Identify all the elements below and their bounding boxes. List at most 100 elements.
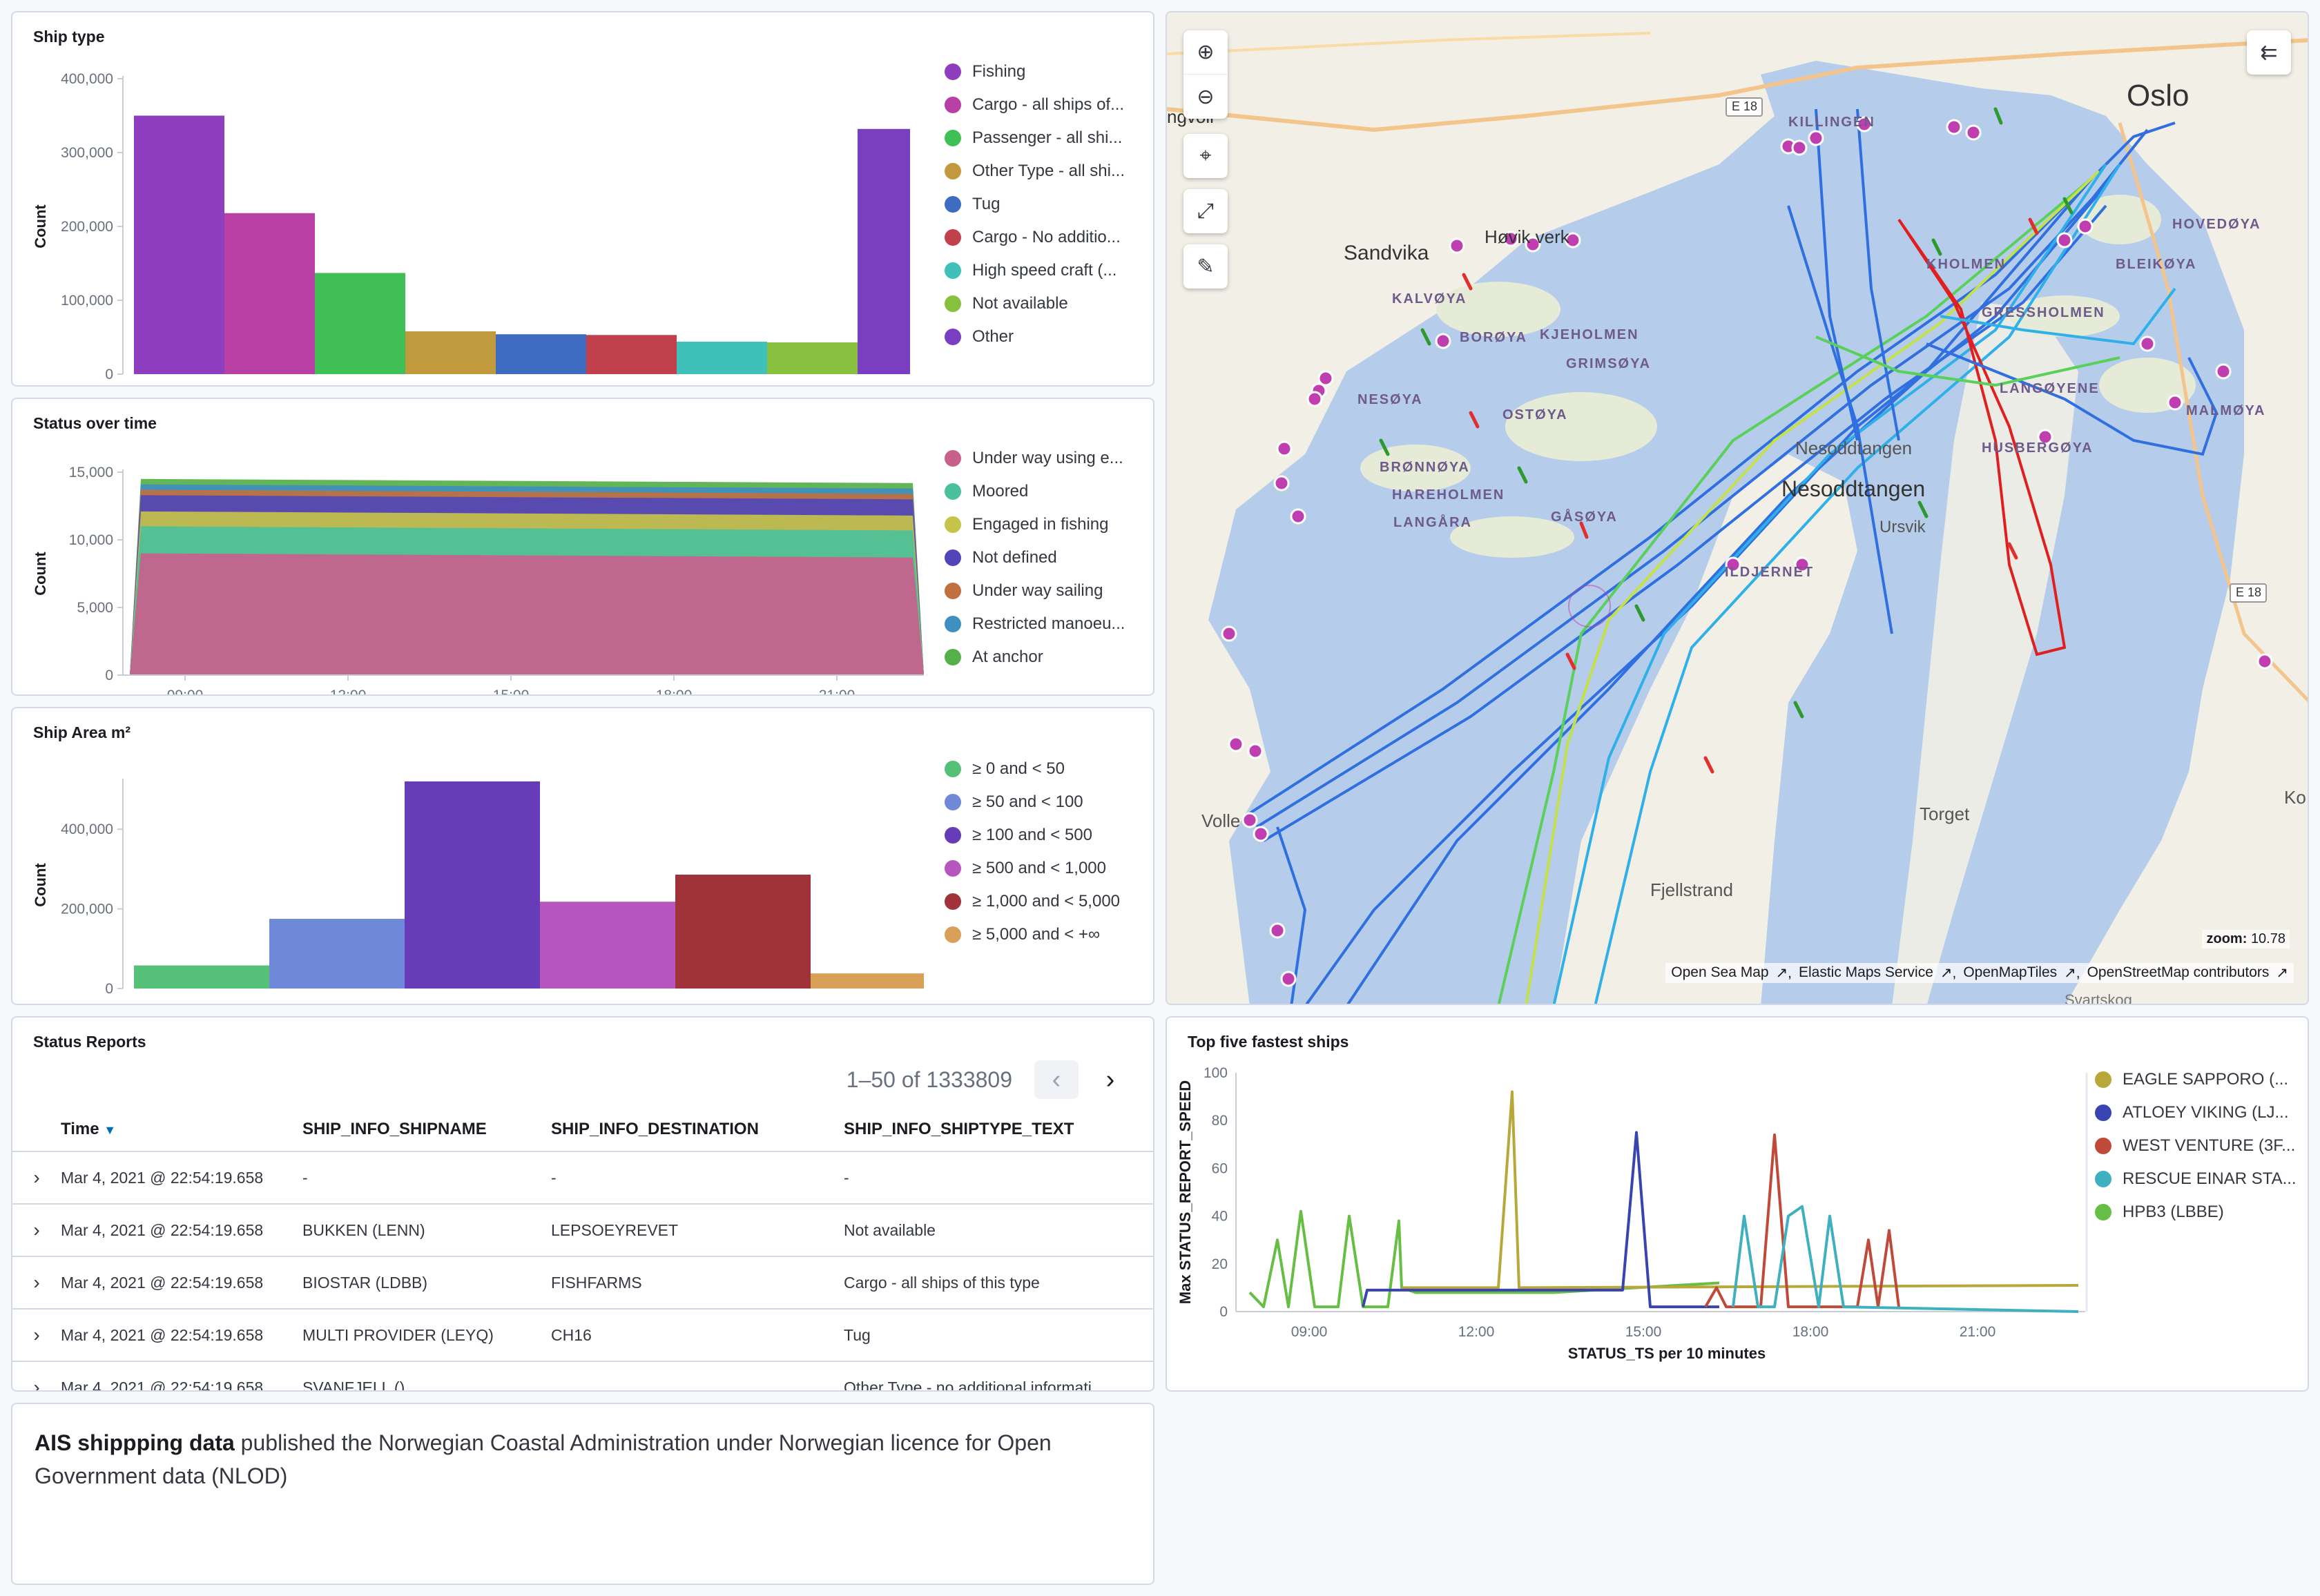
place-label-nesoddtangen: Nesoddtangen bbox=[1781, 476, 1926, 501]
zoom-out-button[interactable]: ⊖ bbox=[1183, 75, 1228, 119]
place-label-oslo: Oslo bbox=[2127, 79, 2190, 113]
legend-item[interactable]: Moored bbox=[945, 475, 1152, 508]
legend-item[interactable]: ≥ 5,000 and < +∞ bbox=[945, 918, 1152, 951]
set-view-button[interactable]: ⌖ bbox=[1183, 134, 1228, 178]
bar[interactable] bbox=[496, 334, 586, 374]
bar[interactable] bbox=[767, 342, 858, 374]
x-tick-label: 12:00 bbox=[1458, 1324, 1495, 1340]
legend-label: RESCUE EINAR STA... bbox=[2123, 1169, 2297, 1188]
legend-color-swatch bbox=[945, 329, 961, 345]
bar[interactable] bbox=[586, 335, 677, 374]
row-expand-button[interactable]: › bbox=[12, 1309, 54, 1362]
legend-item[interactable]: Cargo - all ships of... bbox=[945, 88, 1152, 121]
legend-item[interactable]: ≥ 0 and < 50 bbox=[945, 752, 1152, 786]
legend-item[interactable]: EAGLE SAPPORO (... bbox=[2095, 1063, 2302, 1096]
line-series[interactable] bbox=[1362, 1131, 1719, 1309]
chevron-left-icon: ‹ bbox=[1052, 1064, 1061, 1094]
y-tick-label: 0 bbox=[105, 981, 113, 997]
map-canvas[interactable] bbox=[1167, 12, 2309, 1005]
line-series[interactable] bbox=[1704, 1133, 1900, 1309]
legend-item[interactable]: HPB3 (LBBE) bbox=[2095, 1196, 2302, 1229]
bar[interactable] bbox=[677, 341, 767, 374]
bar[interactable] bbox=[269, 919, 405, 989]
table-row[interactable]: › Mar 4, 2021 @ 22:54:19.658 BIOSTAR (LDBB… bbox=[12, 1256, 1153, 1310]
legend-color-swatch bbox=[945, 450, 961, 467]
bar[interactable] bbox=[405, 331, 496, 374]
zoom-label: zoom: bbox=[2206, 931, 2248, 946]
row-expand-button[interactable]: › bbox=[12, 1361, 54, 1390]
column-header-time[interactable]: Time ▼ bbox=[54, 1107, 296, 1152]
island-label: KHOLMEN bbox=[1926, 257, 2007, 272]
bar[interactable] bbox=[134, 115, 224, 375]
chevron-right-icon: › bbox=[33, 1219, 40, 1240]
y-tick-label: 0 bbox=[105, 668, 113, 683]
attribution-link[interactable]: OpenStreetMap contributors bbox=[2087, 964, 2270, 982]
table-row[interactable]: › Mar 4, 2021 @ 22:54:19.658 BUKKEN (LENN)… bbox=[12, 1204, 1153, 1257]
legend-item[interactable]: Cargo - No additio... bbox=[945, 221, 1152, 254]
legend-item[interactable]: Restricted manoeu... bbox=[945, 607, 1152, 641]
bar[interactable] bbox=[858, 128, 910, 374]
bar[interactable] bbox=[811, 973, 924, 989]
column-header-shiptype[interactable]: SHIP_INFO_SHIPTYPE_TEXT bbox=[837, 1107, 1153, 1152]
measure-tool-button[interactable]: ✎ bbox=[1183, 244, 1228, 289]
area-series[interactable] bbox=[130, 553, 924, 675]
fullscreen-button[interactable]: ⤢ bbox=[1183, 189, 1228, 233]
table-cell: Not available bbox=[837, 1204, 1153, 1257]
legend-item[interactable]: At anchor bbox=[945, 641, 1152, 674]
row-expand-button[interactable]: › bbox=[12, 1256, 54, 1310]
bar[interactable] bbox=[134, 965, 269, 989]
row-expand-button[interactable]: › bbox=[12, 1204, 54, 1257]
legend-label: Fishing bbox=[972, 62, 1026, 81]
legend-item[interactable]: ≥ 50 and < 100 bbox=[945, 786, 1152, 819]
place-label-hovik: Høvik verk bbox=[1485, 226, 1569, 247]
bar[interactable] bbox=[224, 213, 315, 374]
legend-item[interactable]: Under way sailing bbox=[945, 574, 1152, 607]
table-row[interactable]: › Mar 4, 2021 @ 22:54:19.658- - - bbox=[12, 1151, 1153, 1205]
table-cell: Mar 4, 2021 @ 22:54:19.658 bbox=[54, 1256, 296, 1310]
y-tick-label: 300,000 bbox=[61, 145, 113, 161]
legend-item[interactable]: Not defined bbox=[945, 541, 1152, 574]
chevron-right-icon: › bbox=[33, 1167, 40, 1188]
sort-descending-icon[interactable]: ▼ bbox=[104, 1123, 116, 1137]
legend-item[interactable]: Other Type - all shi... bbox=[945, 155, 1152, 188]
legend-item[interactable]: Passenger - all shi... bbox=[945, 121, 1152, 155]
row-expand-button[interactable]: › bbox=[12, 1151, 54, 1205]
column-header-destination[interactable]: SHIP_INFO_DESTINATION bbox=[544, 1107, 837, 1152]
legend-item[interactable]: Other bbox=[945, 320, 1152, 353]
legend-item[interactable]: Tug bbox=[945, 188, 1152, 221]
legend-item[interactable]: High speed craft (... bbox=[945, 254, 1152, 287]
table-cell: BIOSTAR (LDBB) bbox=[296, 1256, 544, 1310]
table-row[interactable]: › Mar 4, 2021 @ 22:54:19.658 SVANFJELL () O… bbox=[12, 1361, 1153, 1390]
legend-label: Not defined bbox=[972, 548, 1057, 567]
legend-color-swatch bbox=[945, 827, 961, 844]
bar[interactable] bbox=[405, 781, 540, 989]
legend-item[interactable]: ≥ 500 and < 1,000 bbox=[945, 852, 1152, 885]
attribution-link[interactable]: Elastic Maps Service bbox=[1799, 964, 1933, 982]
legend-item[interactable]: Engaged in fishing bbox=[945, 508, 1152, 541]
legend-item[interactable]: ≥ 100 and < 500 bbox=[945, 819, 1152, 852]
legend-item[interactable]: ATLOEY VIKING (LJ... bbox=[2095, 1096, 2302, 1129]
attribution-link[interactable]: Open Sea Map bbox=[1671, 964, 1768, 982]
legend-item[interactable]: ≥ 1,000 and < 5,000 bbox=[945, 885, 1152, 918]
map-panel[interactable]: E 18 E 18 Oslo ngvoll Sandvika Høvik ver… bbox=[1166, 11, 2309, 1005]
bar[interactable] bbox=[315, 273, 405, 374]
x-tick-label: 18:00 bbox=[656, 688, 693, 696]
table-cell: CH16 bbox=[544, 1309, 837, 1362]
y-tick-label: 0 bbox=[1219, 1304, 1228, 1320]
legend-item[interactable]: Fishing bbox=[945, 55, 1152, 88]
table-cell: BUKKEN (LENN) bbox=[296, 1204, 544, 1257]
attribution-link[interactable]: OpenMapTiles bbox=[1963, 964, 2057, 982]
legend-item[interactable]: Not available bbox=[945, 287, 1152, 320]
legend-item[interactable]: RESCUE EINAR STA... bbox=[2095, 1162, 2302, 1196]
legend-label: ≥ 50 and < 100 bbox=[972, 792, 1083, 811]
previous-page-button[interactable]: ‹ bbox=[1034, 1060, 1079, 1099]
legend-item[interactable]: Under way using e... bbox=[945, 442, 1152, 475]
table-row[interactable]: › Mar 4, 2021 @ 22:54:19.658 MULTI PROVIDE… bbox=[12, 1309, 1153, 1362]
bar[interactable] bbox=[540, 902, 675, 989]
bar[interactable] bbox=[675, 875, 811, 989]
zoom-in-button[interactable]: ⊕ bbox=[1183, 30, 1228, 75]
column-header-shipname[interactable]: SHIP_INFO_SHIPNAME bbox=[296, 1107, 544, 1152]
layer-control-toggle[interactable]: ⇇ bbox=[2247, 30, 2291, 75]
next-page-button[interactable]: › bbox=[1088, 1060, 1132, 1099]
legend-item[interactable]: WEST VENTURE (3F... bbox=[2095, 1129, 2302, 1162]
